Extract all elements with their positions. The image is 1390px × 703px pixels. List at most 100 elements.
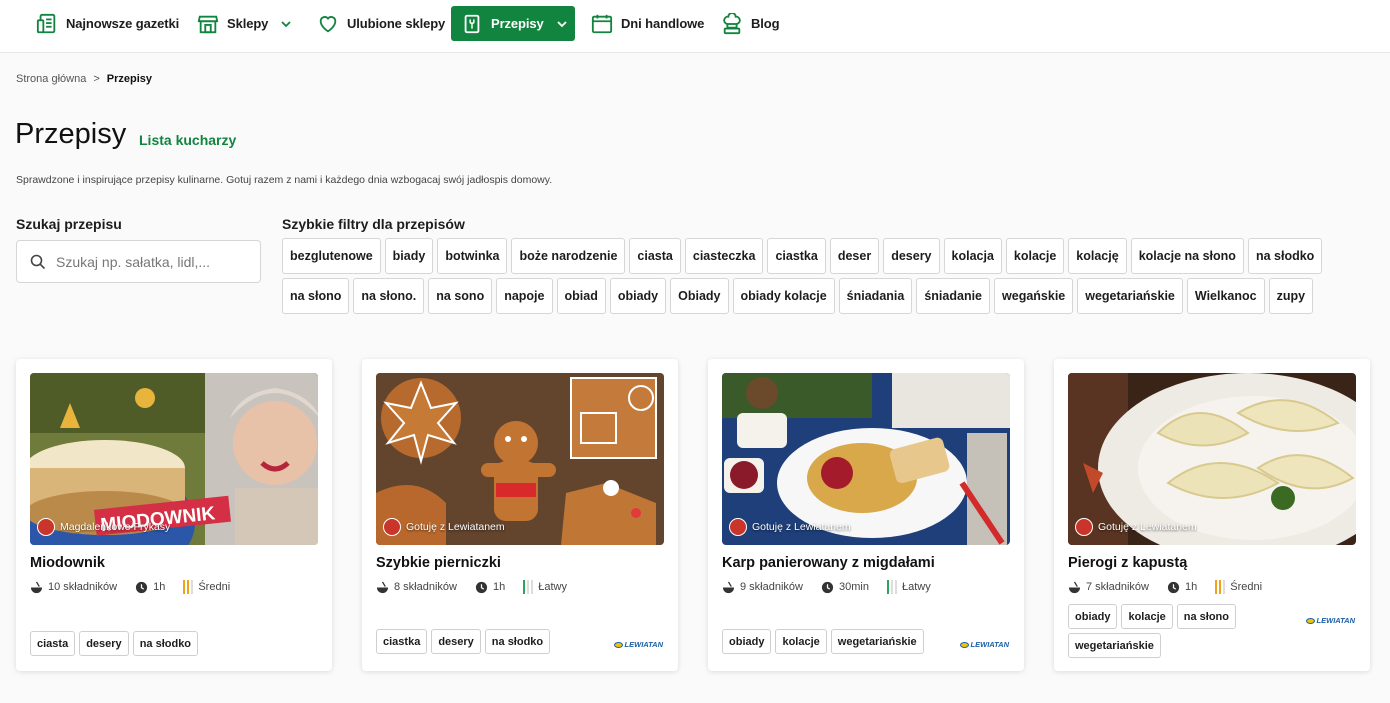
difficulty-level: Łatwy xyxy=(901,581,931,593)
recipe-cards: MIODOWNIK Magdalenkowe Frykasy Miodownik… xyxy=(16,359,1370,671)
filter-chip[interactable]: na słono. xyxy=(353,278,425,314)
recipe-image[interactable]: MIODOWNIK Magdalenkowe Frykasy xyxy=(30,373,318,545)
nav-label: Najnowsze gazetki xyxy=(66,16,180,31)
nav-label: Dni handlowe xyxy=(621,16,705,31)
bowl-icon xyxy=(30,581,43,593)
recipe-card[interactable]: MIODOWNIK Magdalenkowe Frykasy Miodownik… xyxy=(16,359,332,671)
filter-chip[interactable]: zupy xyxy=(1268,278,1314,314)
recipe-tag[interactable]: na słono xyxy=(1176,604,1236,629)
search-icon xyxy=(30,254,46,269)
filter-chip[interactable]: Wielkanoc xyxy=(1186,278,1265,314)
recipe-tag[interactable]: kolacje xyxy=(775,629,827,654)
recipe-tag[interactable]: desery xyxy=(431,629,481,654)
clock-icon xyxy=(821,581,834,593)
recipe-tag[interactable]: obiady xyxy=(1068,604,1118,629)
recipe-tag[interactable]: desery xyxy=(79,631,129,656)
recipe-tag[interactable]: na słodko xyxy=(484,629,551,654)
recipe-tag[interactable]: wegetariańskie xyxy=(830,629,924,654)
bowl-icon xyxy=(1068,581,1081,593)
author-avatar xyxy=(37,518,55,536)
brand-name: LEWIATAN xyxy=(970,640,1009,649)
recipe-tag[interactable]: kolacje xyxy=(1121,604,1173,629)
prep-time: 30min xyxy=(838,581,869,593)
nav-item-recipes[interactable]: Przepisy xyxy=(451,6,575,41)
filter-chip[interactable]: śniadanie xyxy=(916,278,991,314)
breadcrumb-current: Przepisy xyxy=(106,73,153,85)
filter-chip[interactable]: wegetariańskie xyxy=(1077,278,1183,314)
heart-icon xyxy=(319,15,337,32)
chevron-down-icon xyxy=(281,20,291,27)
recipe-title[interactable]: Miodownik xyxy=(30,555,318,571)
filter-chip[interactable]: na słodko xyxy=(1247,238,1323,274)
recipe-tag[interactable]: ciastka xyxy=(376,629,428,654)
recipe-meta: 8 składników 1h Łatwy xyxy=(376,580,664,594)
recipe-tags: obiady kolacje wegetariańskie xyxy=(722,629,952,654)
filter-chip[interactable]: deser xyxy=(829,238,880,274)
recipe-title[interactable]: Szybkie pierniczki xyxy=(376,555,664,571)
lewiatan-logo: LEWIATAN xyxy=(1305,616,1355,625)
breadcrumb-home-link[interactable]: Strona główna xyxy=(16,73,86,85)
page-intro: Sprawdzone i inspirujące przepisy kulina… xyxy=(16,174,553,186)
recipe-meta: 7 składników 1h Średni xyxy=(1068,580,1356,594)
filter-chip[interactable]: obiady xyxy=(609,278,667,314)
recipe-image[interactable]: Gotuję z Lewiatanem xyxy=(1068,373,1356,545)
nav-label: Sklepy xyxy=(227,16,269,31)
filter-chip[interactable]: bezglutenowe xyxy=(282,238,381,274)
filter-chip[interactable]: wegańskie xyxy=(994,278,1074,314)
recipe-title[interactable]: Pierogi z kapustą xyxy=(1068,555,1356,571)
difficulty-easy-icon xyxy=(886,580,897,594)
search-box[interactable] xyxy=(16,240,261,283)
recipe-image[interactable]: Gotuję z Lewiatanem xyxy=(722,373,1010,545)
recipe-image[interactable]: Gotuję z Lewiatanem xyxy=(376,373,664,545)
search-input[interactable] xyxy=(56,253,246,270)
filter-chip[interactable]: desery xyxy=(883,238,940,274)
recipe-author[interactable]: Gotuję z Lewiatanem xyxy=(383,518,505,536)
recipe-tag[interactable]: obiady xyxy=(722,629,772,654)
filter-chip[interactable]: kolacje na słono xyxy=(1130,238,1244,274)
recipe-tag[interactable]: ciasta xyxy=(30,631,76,656)
nav-label: Ulubione sklepy xyxy=(347,16,446,31)
cooks-list-link[interactable]: Lista kucharzy xyxy=(139,132,236,148)
clock-icon xyxy=(1167,581,1180,593)
recipe-title[interactable]: Karp panierowany z migdałami xyxy=(722,555,1010,571)
filter-chip[interactable]: kolacje xyxy=(1005,238,1065,274)
ingredients-count: 8 składników xyxy=(394,581,457,593)
prep-time: 1h xyxy=(492,581,506,593)
difficulty-easy-icon xyxy=(523,580,534,594)
filter-chip[interactable]: na sono xyxy=(428,278,493,314)
filter-chip[interactable]: ciasteczka xyxy=(684,238,764,274)
author-avatar xyxy=(729,518,747,536)
recipe-author[interactable]: Gotuję z Lewiatanem xyxy=(729,518,851,536)
brand-name: LEWIATAN xyxy=(1316,616,1355,625)
bowl-icon xyxy=(376,581,389,593)
nav-item-trading-days[interactable]: Dni handlowe xyxy=(581,6,714,41)
filter-chip[interactable]: ciastka xyxy=(767,238,826,274)
recipe-card[interactable]: Gotuję z Lewiatanem Pierogi z kapustą 7 … xyxy=(1054,359,1370,671)
filter-chip[interactable]: biady xyxy=(384,238,434,274)
filter-chip[interactable]: napoje xyxy=(496,278,553,314)
nav-item-favourite-stores[interactable]: Ulubione sklepy xyxy=(307,6,455,41)
filter-chip[interactable]: botwinka xyxy=(437,238,508,274)
nav-item-stores[interactable]: Sklepy xyxy=(187,6,302,41)
lewiatan-logo: LEWIATAN xyxy=(613,640,663,649)
recipe-card[interactable]: Gotuję z Lewiatanem Szybkie pierniczki 8… xyxy=(362,359,678,671)
recipe-author[interactable]: Magdalenkowe Frykasy xyxy=(37,518,170,536)
author-avatar xyxy=(1075,518,1093,536)
recipe-card[interactable]: Gotuję z Lewiatanem Karp panierowany z m… xyxy=(708,359,1024,671)
filter-chip[interactable]: obiady kolacje xyxy=(732,278,835,314)
ingredients-count: 9 składników xyxy=(740,581,803,593)
brand-name: LEWIATAN xyxy=(624,640,663,649)
recipe-tag[interactable]: wegetariańskie xyxy=(1068,633,1161,658)
filter-chip[interactable]: śniadania xyxy=(838,278,913,314)
filter-chip[interactable]: na słono xyxy=(282,278,350,314)
nav-item-latest-leaflets[interactable]: Najnowsze gazetki xyxy=(26,6,189,41)
recipe-author[interactable]: Gotuję z Lewiatanem xyxy=(1075,518,1197,536)
filter-chip[interactable]: Obiady xyxy=(670,278,729,314)
nav-item-blog[interactable]: Blog xyxy=(711,6,789,41)
filter-chip[interactable]: kolację xyxy=(1068,238,1127,274)
filter-chip[interactable]: obiad xyxy=(556,278,606,314)
filter-chip[interactable]: kolacja xyxy=(943,238,1002,274)
recipe-tag[interactable]: na słodko xyxy=(132,631,199,656)
filter-chip[interactable]: ciasta xyxy=(629,238,681,274)
filter-chip[interactable]: boże narodzenie xyxy=(511,238,626,274)
